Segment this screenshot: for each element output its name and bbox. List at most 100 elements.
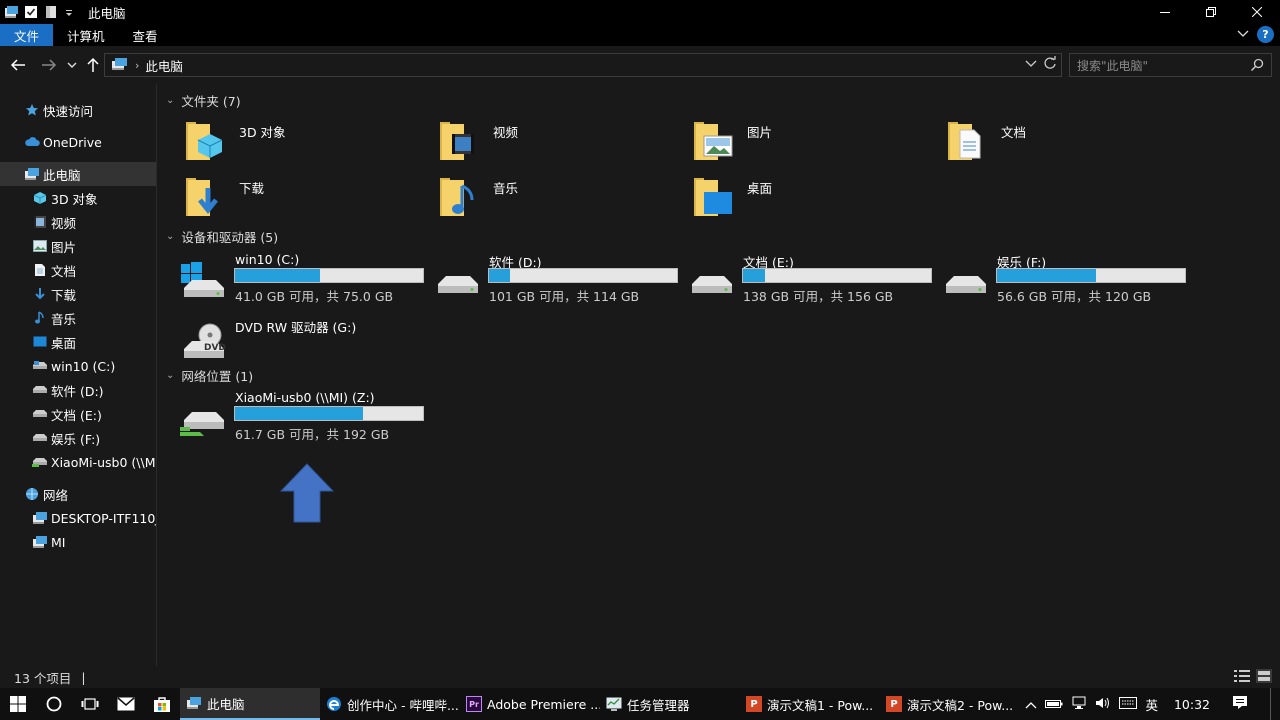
- taskbar-app-edge[interactable]: 创作中心 - 哔哩哔...: [320, 688, 460, 720]
- explorer-app-icon[interactable]: [4, 5, 18, 19]
- folder-pictures[interactable]: 图片: [692, 116, 942, 166]
- up-arrow-icon[interactable]: [82, 54, 104, 76]
- group-header-folders[interactable]: ⌄ 文件夹 (7): [166, 91, 241, 110]
- sidebar-item-drive-c[interactable]: win10 (C:): [32, 354, 115, 378]
- help-icon[interactable]: ?: [1257, 26, 1274, 43]
- taskbar-app-task-manager[interactable]: 任务管理器: [600, 688, 740, 720]
- drive-icon: [32, 382, 48, 398]
- refresh-icon[interactable]: [1043, 56, 1057, 73]
- capacity-bar: [488, 268, 678, 283]
- sidebar-item-documents[interactable]: 文档: [32, 258, 76, 282]
- breadcrumb-separator-icon: ›: [135, 58, 140, 72]
- powerpoint-icon: P: [886, 696, 902, 712]
- sidebar-item-drive-d[interactable]: 软件 (D:): [32, 378, 104, 402]
- drive-f[interactable]: 娱乐 (F:) 56.6 GB 可用，共 120 GB: [942, 252, 1192, 308]
- music-icon: [32, 310, 48, 326]
- minimize-icon[interactable]: [1142, 0, 1188, 24]
- customize-toolbar-icon[interactable]: [64, 5, 78, 19]
- store-icon[interactable]: [144, 688, 180, 720]
- tab-view[interactable]: 查看: [119, 24, 172, 46]
- sidebar-item-3d-objects[interactable]: 3D 对象: [32, 186, 98, 210]
- sidebar-item-network-drive-z[interactable]: XiaoMi-usb0 (\\MI: [32, 450, 156, 474]
- capacity-bar: [234, 406, 424, 421]
- back-arrow-icon[interactable]: [7, 54, 29, 76]
- folder-3d-objects[interactable]: 3D 对象: [184, 116, 434, 166]
- group-header-drives[interactable]: ⌄ 设备和驱动器 (5): [166, 227, 278, 246]
- powerpoint-icon: P: [746, 696, 762, 712]
- sidebar-item-this-pc[interactable]: 此电脑: [0, 162, 156, 186]
- taskbar-app-premiere[interactable]: Pr Adobe Premiere ...: [460, 688, 600, 720]
- folder-documents[interactable]: 文档: [946, 116, 1196, 166]
- drive-d[interactable]: 软件 (D:) 101 GB 可用，共 114 GB: [434, 252, 684, 308]
- drive-g-dvd[interactable]: DVD DVD RW 驱动器 (G:): [180, 317, 430, 373]
- keyboard-icon[interactable]: [1119, 696, 1138, 712]
- network-drive-z[interactable]: XiaoMi-usb0 (\\MI) (Z:) 61.7 GB 可用，共 192…: [180, 390, 430, 446]
- forward-arrow-icon[interactable]: [38, 54, 60, 76]
- address-dropdown-icon[interactable]: [1025, 56, 1037, 73]
- notification-center-icon[interactable]: [1232, 695, 1248, 714]
- taskbar-app-powerpoint-1[interactable]: P 演示文稿1 - Pow...: [740, 688, 880, 720]
- sidebar-item-music[interactable]: 音乐: [32, 306, 76, 330]
- music-folder-icon: [440, 178, 474, 216]
- sidebar-item-downloads[interactable]: 下载: [32, 282, 76, 306]
- cortana-icon[interactable]: [36, 688, 72, 720]
- sidebar-item-network[interactable]: 网络: [24, 482, 68, 506]
- task-view-icon[interactable]: [72, 688, 108, 720]
- folder-music[interactable]: 音乐: [438, 172, 688, 222]
- capacity-bar: [234, 268, 424, 283]
- folder-downloads[interactable]: 下载: [184, 172, 434, 222]
- sidebar-item-drive-f[interactable]: 娱乐 (F:): [32, 426, 100, 450]
- folder-videos[interactable]: 视频: [438, 116, 688, 166]
- sidebar-item-pictures[interactable]: 图片: [32, 234, 76, 258]
- drive-icon: [438, 276, 478, 293]
- sidebar-item-desktop-itf110j[interactable]: DESKTOP-ITF110J: [32, 506, 156, 530]
- tiles-view-icon[interactable]: [1256, 669, 1272, 686]
- expand-ribbon-icon[interactable]: [1237, 28, 1249, 42]
- address-bar[interactable]: › 此电脑: [104, 53, 1062, 77]
- tab-file[interactable]: 文件: [0, 24, 54, 46]
- network-status-icon[interactable]: [1071, 696, 1087, 713]
- mail-icon[interactable]: [108, 688, 144, 720]
- drive-icon: [32, 358, 48, 374]
- computer-icon: [24, 166, 40, 182]
- new-folder-icon[interactable]: [44, 5, 58, 19]
- group-header-network[interactable]: ⌄ 网络位置 (1): [166, 366, 253, 385]
- drive-e[interactable]: 文档 (E:) 138 GB 可用，共 156 GB: [688, 252, 938, 308]
- search-input[interactable]: 搜索"此电脑": [1069, 53, 1272, 77]
- maximize-icon[interactable]: [1188, 0, 1234, 24]
- sidebar-item-videos[interactable]: 视频: [32, 210, 76, 234]
- search-icon[interactable]: [1250, 58, 1264, 75]
- windows-drive-icon: [181, 262, 224, 297]
- chevron-down-icon: ⌄: [166, 95, 175, 106]
- status-bar: 13 个项目 |: [0, 666, 1280, 688]
- taskbar-app-powerpoint-2[interactable]: P 演示文稿2 - Pow...: [880, 688, 1020, 720]
- ime-indicator[interactable]: 英: [1145, 695, 1158, 714]
- sidebar-item-desktop[interactable]: 桌面: [32, 330, 76, 354]
- drive-icon: [946, 276, 986, 293]
- network-icon: [24, 486, 40, 502]
- close-icon[interactable]: [1234, 0, 1280, 24]
- show-desktop-button[interactable]: [1270, 688, 1274, 720]
- chevron-down-icon: ⌄: [166, 370, 175, 381]
- volume-icon[interactable]: [1095, 696, 1111, 713]
- title-bar: 此电脑: [0, 0, 1280, 24]
- taskbar-app-explorer[interactable]: 此电脑: [180, 688, 320, 720]
- details-view-icon[interactable]: [1234, 669, 1250, 686]
- breadcrumb-this-pc[interactable]: 此电脑: [145, 56, 183, 75]
- clock[interactable]: 10:32: [1174, 697, 1210, 712]
- drive-c[interactable]: win10 (C:) 41.0 GB 可用，共 75.0 GB: [180, 252, 430, 308]
- computer-icon: [32, 534, 48, 550]
- properties-icon[interactable]: [24, 5, 38, 19]
- cube-folder-icon: [186, 122, 223, 160]
- capacity-bar-fill: [235, 407, 363, 420]
- sidebar-item-quick-access[interactable]: 快速访问: [24, 98, 93, 122]
- battery-icon[interactable]: [1045, 697, 1063, 712]
- recent-locations-icon[interactable]: [61, 54, 83, 76]
- folder-desktop[interactable]: 桌面: [692, 172, 942, 222]
- tab-computer[interactable]: 计算机: [53, 24, 119, 46]
- sidebar-item-onedrive[interactable]: OneDrive: [24, 130, 102, 154]
- show-hidden-icons-icon[interactable]: [1025, 697, 1037, 712]
- sidebar-item-drive-e[interactable]: 文档 (E:): [32, 402, 102, 426]
- sidebar-item-mi[interactable]: MI: [32, 530, 65, 554]
- windows-start-icon[interactable]: [0, 688, 36, 720]
